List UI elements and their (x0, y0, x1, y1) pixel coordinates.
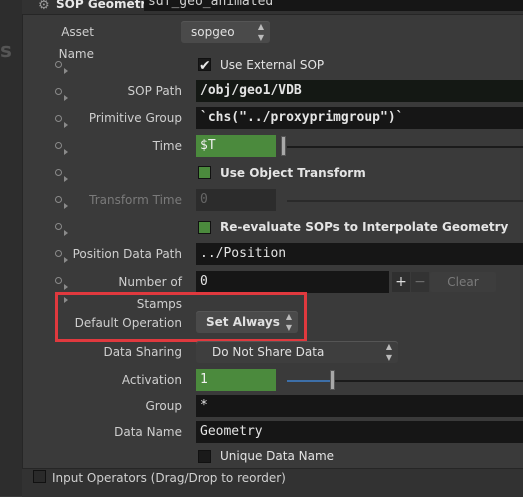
expand-triangle-icon[interactable] (64, 176, 68, 182)
default-operation-dropdown[interactable]: Set Always ▲ ▼ (196, 311, 298, 333)
expand-triangle-icon[interactable] (64, 297, 68, 303)
expand-triangle-icon[interactable] (64, 122, 68, 128)
expand-triangle-icon[interactable] (64, 230, 68, 236)
activation-slider-fill[interactable] (287, 380, 330, 382)
time-field[interactable]: $T (196, 135, 276, 157)
left-panel-strip: s (0, 0, 23, 496)
data-sharing-value: Do Not Share Data (212, 345, 325, 359)
transform-time-slider-track[interactable] (287, 200, 523, 202)
gear-icon[interactable]: ⚙ (38, 0, 50, 13)
remove-stamp-button[interactable]: − (411, 272, 429, 292)
reevaluate-label: Re-evaluate SOPs to Interpolate Geometry (220, 220, 509, 234)
data-sharing-label: Data Sharing (103, 345, 182, 359)
param-dot-icon[interactable] (55, 250, 62, 257)
transform-time-field[interactable]: 0 (196, 189, 276, 211)
add-stamp-button[interactable]: + (392, 272, 410, 292)
position-data-path-field[interactable]: ../Position (196, 243, 523, 265)
unique-data-name-checkbox[interactable] (198, 450, 211, 463)
use-external-sop-checkbox[interactable]: ✔ (198, 58, 211, 74)
asset-name-value: sopgeo (191, 25, 235, 39)
expand-triangle-icon[interactable] (64, 95, 68, 101)
node-name-field[interactable]: sdf_geo_animated (144, 0, 523, 11)
use-object-transform-label: Use Object Transform (220, 166, 366, 180)
input-operators-label: Input Operators (Drag/Drop to reorder) (52, 471, 286, 485)
unique-data-name-label: Unique Data Name (220, 449, 335, 463)
asset-name-dropdown[interactable]: sopgeo ▲ ▼ (181, 21, 270, 43)
primitive-group-field[interactable]: `chs("../proxyprimgroup")` (196, 107, 523, 129)
activation-slider-handle[interactable] (330, 370, 335, 390)
reevaluate-checkbox[interactable] (198, 221, 211, 234)
time-slider-track[interactable] (287, 146, 523, 148)
time-label: Time (152, 139, 182, 153)
group-label: Group (145, 399, 182, 413)
param-dot-icon[interactable] (55, 277, 62, 284)
dropdown-arrows-icon: ▲ ▼ (257, 22, 264, 42)
param-dot-icon[interactable] (55, 115, 62, 122)
partial-glyph: s (0, 38, 12, 62)
data-sharing-dropdown[interactable]: Do Not Share Data ▲ ▼ (196, 341, 398, 363)
expand-triangle-icon[interactable] (64, 149, 68, 155)
transform-time-label: Transform Time (89, 193, 182, 207)
expand-triangle-icon[interactable] (64, 68, 68, 74)
dropdown-arrows-icon: ▲ ▼ (285, 312, 292, 332)
expand-triangle-icon[interactable] (64, 257, 68, 263)
param-dot-icon[interactable] (55, 61, 62, 68)
time-slider-handle[interactable] (281, 136, 286, 156)
node-type-title: SOP Geometry (56, 0, 155, 11)
sop-path-label: SOP Path (127, 84, 182, 98)
expand-triangle-icon[interactable] (64, 203, 68, 209)
dropdown-arrows-icon: ▲ ▼ (385, 342, 392, 362)
checkmark-icon: ✔ (199, 58, 211, 74)
asset-name-label: Asset Name (58, 25, 94, 61)
position-data-path-label: Position Data Path (72, 247, 182, 261)
param-dot-icon[interactable] (55, 88, 62, 95)
input-operators-toggle[interactable] (33, 470, 46, 483)
param-dot-icon[interactable] (55, 169, 62, 176)
sop-path-field[interactable]: /obj/geo1/VDB (196, 80, 523, 102)
group-field[interactable]: * (196, 395, 523, 417)
primitive-group-label: Primitive Group (88, 111, 182, 125)
number-of-stamps-field[interactable]: 0 (196, 271, 389, 293)
param-dot-icon[interactable] (55, 196, 62, 203)
expand-triangle-icon[interactable] (64, 284, 68, 290)
param-dot-icon[interactable] (55, 223, 62, 230)
use-external-sop-label: Use External SOP (220, 58, 325, 72)
activation-label: Activation (121, 373, 182, 387)
use-object-transform-checkbox[interactable] (198, 166, 211, 179)
data-name-label: Data Name (114, 425, 182, 439)
data-name-field[interactable]: Geometry (196, 421, 523, 443)
default-operation-value: Set Always (206, 315, 280, 329)
activation-field[interactable]: 1 (196, 369, 276, 391)
activation-slider-track[interactable] (335, 380, 523, 382)
default-operation-label: Default Operation (74, 316, 182, 330)
clear-button[interactable]: Clear (430, 272, 496, 292)
param-dot-icon[interactable] (55, 142, 62, 149)
